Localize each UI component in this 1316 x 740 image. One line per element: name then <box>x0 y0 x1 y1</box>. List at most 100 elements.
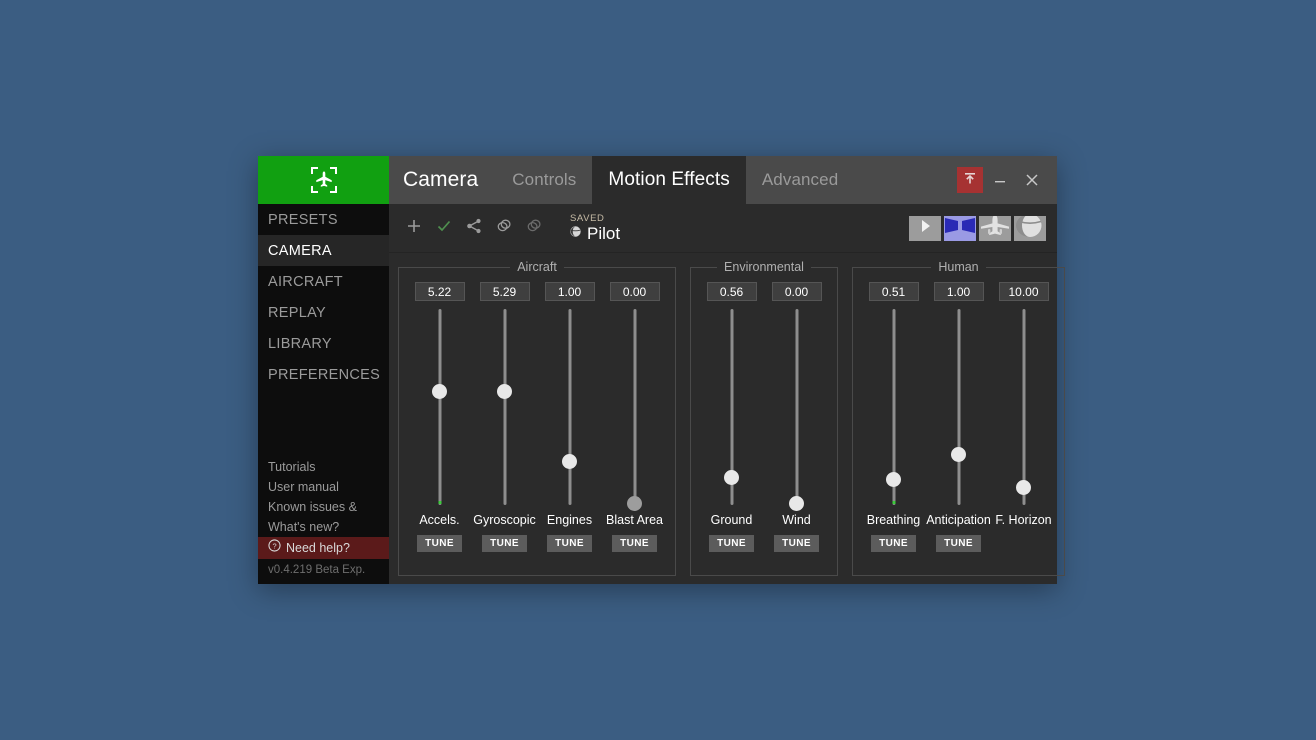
sidebar-item-preferences[interactable]: PREFERENCES <box>258 359 389 390</box>
copy-icon <box>495 217 513 240</box>
close-icon <box>1023 171 1041 189</box>
sidebar-link-user-manual[interactable]: User manual <box>258 477 389 497</box>
group-title-environmental: Environmental <box>691 260 837 274</box>
value-ground[interactable]: 0.56 <box>707 282 757 301</box>
tab-controls[interactable]: Controls <box>496 156 592 204</box>
plus-icon <box>405 217 423 240</box>
slider-track-f-horizon[interactable] <box>1012 309 1036 505</box>
saved-preset-row: Pilot <box>569 224 620 243</box>
tab-camera[interactable]: Camera <box>389 156 496 204</box>
value-engines[interactable]: 1.00 <box>545 282 595 301</box>
window-body: PRESETS CAMERA AIRCRAFT REPLAY LIBRARY P… <box>258 204 1057 584</box>
tab-motion-effects[interactable]: Motion Effects <box>592 156 745 204</box>
duplicate-icon <box>525 217 543 240</box>
tune-button-anticipation[interactable]: TUNE <box>936 535 981 552</box>
slider-thumb-engines[interactable] <box>562 454 577 469</box>
sidebar-link-whats-new[interactable]: What's new? <box>258 517 389 537</box>
sidebar-spacer <box>258 390 389 457</box>
title-bar-controls <box>854 156 1057 204</box>
globe-view-icon <box>1014 216 1046 241</box>
track <box>503 309 506 505</box>
globe-icon <box>569 225 582 243</box>
check-icon <box>435 217 453 240</box>
value-breathing[interactable]: 0.51 <box>869 282 919 301</box>
app-logo <box>258 156 389 204</box>
need-help-label: Need help? <box>286 537 350 559</box>
tune-button-wind[interactable]: TUNE <box>774 535 819 552</box>
minimize-button[interactable] <box>985 165 1015 195</box>
slider-thumb-accels[interactable] <box>432 384 447 399</box>
slider-track-accels[interactable] <box>428 309 452 505</box>
value-blast-area[interactable]: 0.00 <box>610 282 660 301</box>
tune-button-engines[interactable]: TUNE <box>547 535 592 552</box>
value-accels[interactable]: 5.22 <box>415 282 465 301</box>
play-view-button[interactable] <box>909 216 941 241</box>
tune-button-accels[interactable]: TUNE <box>417 535 462 552</box>
application-window: Camera Controls Motion Effects Advanced <box>258 156 1057 584</box>
slider-thumb-ground[interactable] <box>724 470 739 485</box>
need-help-button[interactable]: ? Need help? <box>258 537 389 559</box>
slider-thumb-anticipation[interactable] <box>951 447 966 462</box>
sidebar-item-replay[interactable]: REPLAY <box>258 297 389 328</box>
tab-advanced[interactable]: Advanced <box>746 156 854 204</box>
label-f-horizon: F. Horizon <box>995 513 1051 527</box>
group-environmental: Environmental 0.56 Ground TUNE 0.00 <box>690 267 838 576</box>
airplane-focus-icon <box>307 163 341 197</box>
group-title-aircraft: Aircraft <box>399 260 675 274</box>
value-gyroscopic[interactable]: 5.29 <box>480 282 530 301</box>
label-wind: Wind <box>782 513 810 527</box>
world-view-button[interactable] <box>1014 216 1046 241</box>
cockpit-view-button[interactable] <box>944 216 976 241</box>
min-marker-dot <box>892 501 895 504</box>
slider-ground: 0.56 Ground TUNE <box>699 282 764 569</box>
label-accels: Accels. <box>419 513 459 527</box>
sidebar-item-presets[interactable]: PRESETS <box>258 204 389 235</box>
tune-button-breathing[interactable]: TUNE <box>871 535 916 552</box>
tune-button-gyroscopic[interactable]: TUNE <box>482 535 527 552</box>
slider-thumb-gyroscopic[interactable] <box>497 384 512 399</box>
close-button[interactable] <box>1017 165 1047 195</box>
tune-button-ground[interactable]: TUNE <box>709 535 754 552</box>
slider-thumb-breathing[interactable] <box>886 472 901 487</box>
aircraft-view-button[interactable] <box>979 216 1011 241</box>
slider-track-wind[interactable] <box>785 309 809 505</box>
tab-strip: Camera Controls Motion Effects Advanced <box>389 156 1057 204</box>
sidebar-item-library[interactable]: LIBRARY <box>258 328 389 359</box>
collapse-up-button[interactable] <box>957 167 983 193</box>
value-f-horizon[interactable]: 10.00 <box>999 282 1049 301</box>
slider-thumb-blast-area[interactable] <box>627 496 642 511</box>
group-title-human: Human <box>853 260 1064 274</box>
slider-track-blast-area[interactable] <box>623 309 647 505</box>
aircraft-front-icon <box>979 216 1011 241</box>
svg-text:?: ? <box>272 542 276 551</box>
track <box>795 309 798 505</box>
title-bar: Camera Controls Motion Effects Advanced <box>258 156 1057 204</box>
sidebar: PRESETS CAMERA AIRCRAFT REPLAY LIBRARY P… <box>258 204 389 584</box>
group-human: Human 0.51 Breathing TUNE 1.00 <box>852 267 1065 576</box>
sidebar-item-camera[interactable]: CAMERA <box>258 235 389 266</box>
cockpit-icon <box>944 216 976 241</box>
duplicate-preset-button[interactable] <box>519 213 549 243</box>
slider-track-anticipation[interactable] <box>947 309 971 505</box>
slider-track-breathing[interactable] <box>882 309 906 505</box>
sidebar-link-tutorials[interactable]: Tutorials <box>258 457 389 477</box>
effect-groups: Aircraft 5.22 Accels. TUNE 5.29 <box>389 253 1057 584</box>
copy-preset-button[interactable] <box>489 213 519 243</box>
share-preset-button[interactable] <box>459 213 489 243</box>
value-wind[interactable]: 0.00 <box>772 282 822 301</box>
track <box>568 309 571 505</box>
slider-breathing: 0.51 Breathing TUNE <box>861 282 926 569</box>
slider-track-engines[interactable] <box>558 309 582 505</box>
slider-track-ground[interactable] <box>720 309 744 505</box>
sidebar-link-known-issues[interactable]: Known issues & <box>258 497 389 517</box>
slider-track-gyroscopic[interactable] <box>493 309 517 505</box>
saved-preset-block[interactable]: SAVED Pilot <box>569 213 620 243</box>
sidebar-item-aircraft[interactable]: AIRCRAFT <box>258 266 389 297</box>
apply-preset-button[interactable] <box>429 213 459 243</box>
value-anticipation[interactable]: 1.00 <box>934 282 984 301</box>
slider-wind: 0.00 Wind TUNE <box>764 282 829 569</box>
slider-thumb-wind[interactable] <box>789 496 804 511</box>
slider-thumb-f-horizon[interactable] <box>1016 480 1031 495</box>
tune-button-blast-area[interactable]: TUNE <box>612 535 657 552</box>
add-preset-button[interactable] <box>399 213 429 243</box>
